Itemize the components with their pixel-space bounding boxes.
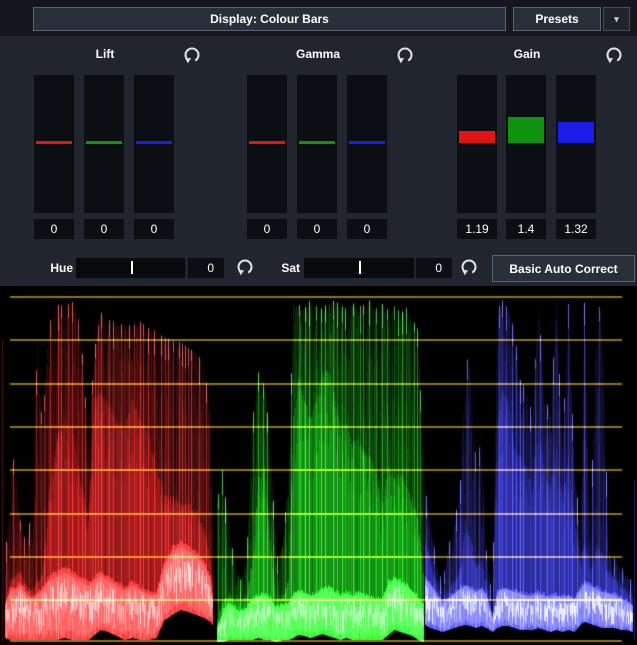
display-mode-button[interactable]: Display: Colour Bars bbox=[33, 7, 506, 31]
hue-slider[interactable] bbox=[76, 258, 185, 278]
hue-value[interactable]: 0 bbox=[188, 258, 224, 278]
reset-icon bbox=[605, 46, 623, 64]
sat-reset-button[interactable] bbox=[460, 258, 478, 276]
gain-red-value[interactable]: 1.19 bbox=[457, 219, 497, 239]
gain-green-slider[interactable] bbox=[506, 75, 546, 213]
sat-value[interactable]: 0 bbox=[416, 258, 452, 278]
hue-slider-tick bbox=[131, 261, 133, 274]
slider-handle[interactable] bbox=[508, 117, 544, 143]
gamma-green-value[interactable]: 0 bbox=[297, 219, 337, 239]
slider-handle[interactable] bbox=[249, 141, 285, 144]
slider-handle[interactable] bbox=[459, 131, 495, 143]
lift-red-value[interactable]: 0 bbox=[34, 219, 74, 239]
lift-blue-slider[interactable] bbox=[134, 75, 174, 213]
reset-icon bbox=[396, 46, 414, 64]
reset-icon bbox=[460, 258, 478, 276]
hue-reset-button[interactable] bbox=[236, 258, 254, 276]
section-label-gamma: Gamma bbox=[296, 47, 340, 61]
gamma-red-slider[interactable] bbox=[247, 75, 287, 213]
colour-correction-panel: Display: Colour Bars Presets ▾ Lift Gamm… bbox=[0, 0, 637, 645]
gamma-blue-value[interactable]: 0 bbox=[347, 219, 387, 239]
reset-gamma-button[interactable] bbox=[396, 46, 414, 64]
gamma-green-slider[interactable] bbox=[297, 75, 337, 213]
lift-red-slider[interactable] bbox=[34, 75, 74, 213]
hue-label: Hue bbox=[38, 261, 73, 275]
section-label-gain: Gain bbox=[514, 47, 541, 61]
gamma-red-value[interactable]: 0 bbox=[247, 219, 287, 239]
slider-handle[interactable] bbox=[86, 141, 122, 144]
reset-gain-button[interactable] bbox=[605, 46, 623, 64]
slider-handle[interactable] bbox=[36, 141, 72, 144]
sat-slider[interactable] bbox=[304, 258, 414, 278]
basic-auto-correct-button[interactable]: Basic Auto Correct bbox=[492, 255, 635, 282]
slider-handle[interactable] bbox=[136, 141, 172, 144]
section-label-lift: Lift bbox=[96, 47, 115, 61]
sat-label: Sat bbox=[265, 261, 300, 275]
gain-green-value[interactable]: 1.4 bbox=[506, 219, 546, 239]
gain-red-slider[interactable] bbox=[457, 75, 497, 213]
presets-button[interactable]: Presets bbox=[513, 7, 601, 31]
slider-handle[interactable] bbox=[349, 141, 385, 144]
waveform-scope bbox=[0, 286, 637, 645]
lift-green-value[interactable]: 0 bbox=[84, 219, 124, 239]
slider-handle[interactable] bbox=[299, 141, 335, 144]
gain-blue-value[interactable]: 1.32 bbox=[556, 219, 596, 239]
reset-icon bbox=[236, 258, 254, 276]
reset-lift-button[interactable] bbox=[183, 46, 201, 64]
reset-icon bbox=[183, 46, 201, 64]
gain-blue-slider[interactable] bbox=[556, 75, 596, 213]
lift-green-slider[interactable] bbox=[84, 75, 124, 213]
presets-dropdown-button[interactable]: ▾ bbox=[603, 7, 630, 31]
chevron-down-icon: ▾ bbox=[614, 14, 619, 25]
gamma-blue-slider[interactable] bbox=[347, 75, 387, 213]
slider-handle[interactable] bbox=[558, 122, 594, 143]
lift-blue-value[interactable]: 0 bbox=[134, 219, 174, 239]
sat-slider-tick bbox=[359, 261, 361, 274]
